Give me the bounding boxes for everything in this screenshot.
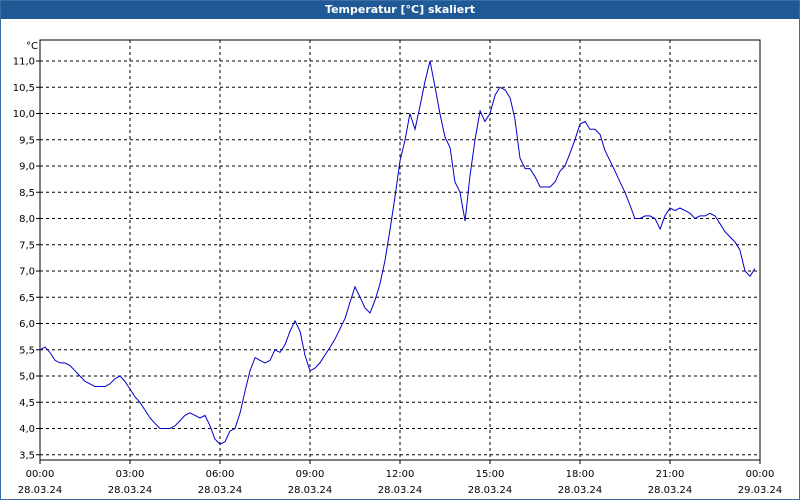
x-tick-time-label: 12:00	[386, 469, 415, 480]
x-tick-time-label: 18:00	[566, 469, 595, 480]
x-tick-time-label: 15:00	[476, 469, 505, 480]
y-tick-label: 9,5	[19, 135, 35, 146]
y-tick-label: 8,5	[19, 188, 35, 199]
y-tick-label: 11,0	[13, 57, 35, 68]
temperature-series-line	[39, 60, 756, 445]
x-tick-date-label: 28.03.24	[648, 485, 693, 496]
x-tick-date-label: 28.03.24	[558, 485, 603, 496]
y-tick-label: 3,5	[19, 450, 35, 461]
y-tick-label: 10,0	[13, 109, 35, 120]
y-tick-label: 7,0	[19, 267, 35, 278]
x-tick-date-label: 28.03.24	[468, 485, 513, 496]
y-tick-label: 4,5	[19, 398, 35, 409]
x-tick-date-label: 28.03.24	[378, 485, 423, 496]
x-tick-date-label: 28.03.24	[18, 485, 63, 496]
x-tick-time-label: 09:00	[296, 469, 325, 480]
x-tick-date-label: 29.03.24	[738, 485, 783, 496]
temperature-line-chart: 3,5 4,0 4,5 5,0 5,5 6,0 6,5 7,0 7,5 8,0 8,5 9,0 9,5 1…	[13, 39, 783, 496]
grid-lines	[40, 40, 760, 460]
x-tick-time-label: 03:00	[116, 469, 145, 480]
x-tick-date-label: 28.03.24	[198, 485, 243, 496]
x-tick-time-label: 06:00	[206, 469, 235, 480]
x-tick-time-label: 00:00	[746, 469, 775, 480]
x-tick-date-label: 28.03.24	[288, 485, 333, 496]
y-tick-label: 7,5	[19, 240, 35, 251]
y-tick-label: 5,5	[19, 345, 35, 356]
y-axis-ticks: 3,5 4,0 4,5 5,0 5,5 6,0 6,5 7,0 7,5 8,0 8,5 9,0 9,5 1…	[13, 57, 40, 461]
y-tick-label: 10,5	[13, 83, 35, 94]
x-tick-date-label: 28.03.24	[108, 485, 153, 496]
y-tick-label: 4,0	[19, 424, 35, 435]
y-tick-label: 6,5	[19, 293, 35, 304]
x-axis-ticks: 00:00 28.03.24 03:00 28.03.24 06:00 28.03.24 0…	[18, 460, 783, 496]
y-tick-label: 5,0	[19, 372, 35, 383]
y-tick-label: 8,0	[19, 214, 35, 225]
y-tick-label: 6,0	[19, 319, 35, 330]
x-tick-time-label: 00:00	[26, 469, 55, 480]
y-axis-unit-label: °C	[26, 41, 38, 52]
x-tick-time-label: 21:00	[656, 469, 685, 480]
y-tick-label: 9,0	[19, 162, 35, 173]
